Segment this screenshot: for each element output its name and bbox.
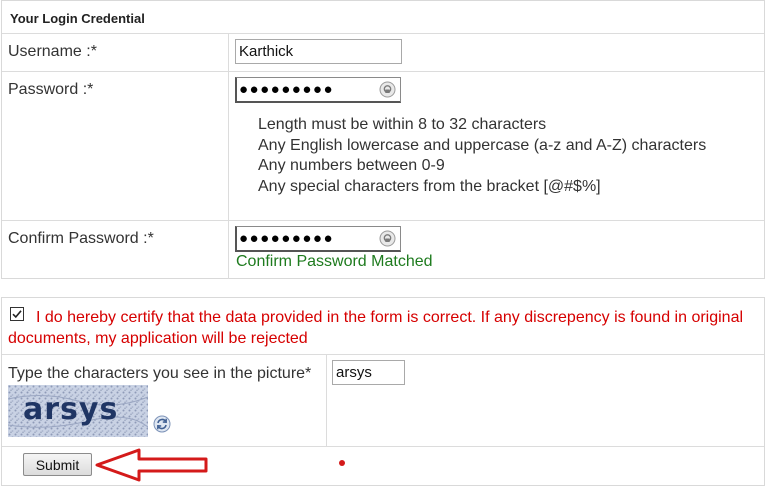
column-divider [326, 355, 327, 446]
password-masked-value: ●●●●●●●●● [239, 81, 335, 98]
confirm-password-field[interactable]: ●●●●●●●●● [235, 226, 401, 252]
refresh-icon[interactable] [153, 415, 171, 433]
password-rule: Length must be within 8 to 32 characters [258, 116, 547, 133]
section-title: Your Login Credential [10, 11, 145, 26]
password-rule: Any numbers between 0-9 [258, 157, 445, 174]
eye-icon[interactable] [379, 81, 396, 98]
confirm-password-status: Confirm Password Matched [236, 253, 433, 270]
password-rule: Any English lowercase and uppercase (a-z… [258, 136, 707, 154]
confirm-password-label: Confirm Password :* [8, 230, 154, 247]
confirm-password-masked-value: ●●●●●●●●● [239, 230, 335, 247]
divider [2, 33, 764, 34]
arrow-left-icon [95, 448, 208, 482]
captcha-input[interactable] [332, 360, 405, 385]
captcha-label: Type the characters you see in the pictu… [8, 365, 312, 382]
divider [2, 354, 764, 355]
captcha-image: arsys [8, 385, 148, 437]
password-rules: Length must be within 8 to 32 characters… [258, 115, 706, 197]
username-field[interactable] [235, 39, 402, 64]
eye-icon[interactable] [379, 230, 396, 247]
annotation-dot [339, 460, 345, 466]
divider [2, 71, 764, 72]
submit-button[interactable]: Submit [23, 453, 92, 476]
password-rule: Any special characters from the bracket … [258, 177, 601, 195]
captcha-image-text: arsys [23, 392, 118, 427]
divider [2, 220, 764, 221]
password-field[interactable]: ●●●●●●●●● [235, 77, 401, 103]
password-label: Password :* [8, 81, 94, 98]
username-label: Username :* [8, 43, 97, 60]
certification-statement: I do hereby certify that the data provid… [8, 309, 744, 347]
column-divider [228, 34, 229, 279]
